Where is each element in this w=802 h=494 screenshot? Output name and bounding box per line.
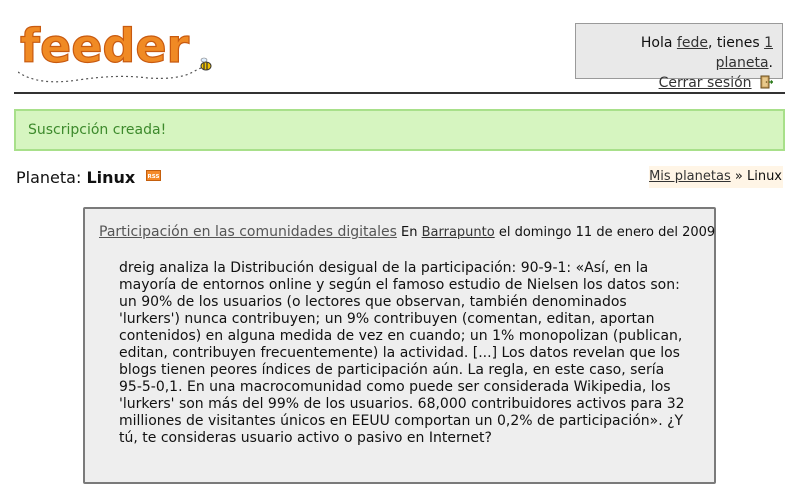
breadcrumb-current: Linux	[746, 169, 782, 184]
greeting-middle: , tienes	[707, 35, 765, 51]
flash-message: Suscripción creada!	[14, 109, 785, 151]
logo-text: feeder	[20, 22, 190, 73]
post-source-prefix: En	[401, 225, 418, 240]
breadcrumb-my-planets-link[interactable]: Mis planetas	[649, 169, 731, 184]
post-title-link[interactable]: Participación en las comunidades digital…	[99, 224, 397, 240]
planet-name: Linux	[86, 168, 136, 187]
bee-icon	[200, 57, 212, 71]
breadcrumb-separator: »	[734, 169, 743, 184]
logout-door-icon[interactable]	[759, 75, 774, 89]
greeting-line: Hola fede, tienes 1 planeta.	[585, 33, 773, 73]
planet-heading: Planeta: Linux RSS	[16, 166, 162, 188]
post-source-link[interactable]: Barrapunto	[422, 225, 495, 240]
post-body: dreig analiza la Distribución desigual d…	[119, 260, 685, 446]
rss-icon-label: RSS	[148, 174, 160, 180]
planet-label: Planeta:	[16, 168, 82, 187]
feeder-logo-graphic: feeder	[17, 18, 212, 83]
greeting-suffix: .	[768, 55, 773, 71]
post-header: Participación en las comunidades digital…	[99, 223, 715, 242]
greeting-prefix: Hola	[640, 35, 677, 51]
username-link[interactable]: fede	[677, 35, 708, 51]
page: feeder Hola fede, tienes 1 planeta. Cerr…	[0, 0, 802, 494]
breadcrumb: Mis planetas » Linux	[649, 166, 783, 188]
logout-link[interactable]: Cerrar sesión	[659, 75, 752, 91]
header-divider	[14, 92, 785, 94]
feeder-logo[interactable]: feeder	[17, 18, 218, 86]
logout-line: Cerrar sesión	[585, 73, 774, 93]
user-box: Hola fede, tienes 1 planeta. Cerrar sesi…	[575, 23, 783, 91]
post-date: el domingo 11 de enero del 2009	[498, 225, 716, 240]
rss-feed-icon[interactable]: RSS	[146, 166, 162, 181]
post-entry: Participación en las comunidades digital…	[83, 207, 716, 484]
